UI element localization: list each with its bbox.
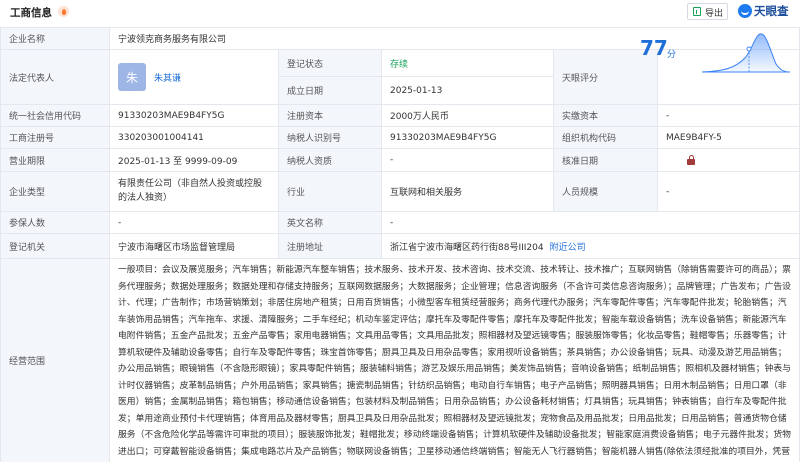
english-name-value: -: [382, 212, 800, 234]
legal-rep-link[interactable]: 朱其谦: [154, 71, 181, 84]
company-type-label: 企业类型: [1, 172, 110, 212]
insured-label: 参保人数: [1, 212, 110, 234]
company-name-label: 企业名称: [1, 28, 110, 50]
legal-rep-cell: 朱 朱其谦: [110, 50, 279, 105]
org-code-label: 组织机构代码: [554, 127, 658, 149]
taxpayer-id-label: 纳税人识别号: [279, 127, 382, 149]
section-title: 工商信息: [10, 7, 52, 19]
staff-size-value: -: [658, 172, 800, 212]
reg-capital-value: 2000万人民币: [382, 105, 554, 127]
reg-status-label: 登记状态: [279, 50, 382, 77]
tianyancha-logo-icon: [738, 4, 752, 18]
reg-address-label: 注册地址: [279, 234, 382, 259]
export-label: 导出: [705, 9, 724, 19]
org-code-value: MAE9B4FY-5: [658, 127, 800, 149]
score-unit: 分: [667, 50, 677, 60]
established-value: 2025-01-13: [382, 77, 554, 105]
company-type-value: 有限责任公司（非自然人投资或控股的法人独资）: [110, 172, 279, 212]
registry-value: 宁波市海曙区市场监督管理局: [110, 234, 279, 259]
avatar: 朱: [118, 63, 146, 91]
insured-value: -: [110, 212, 279, 234]
reg-address-cell: 浙江省宁波市海曙区药行街88号III204 附近公司: [382, 234, 800, 259]
approval-date-value[interactable]: [658, 149, 800, 172]
paid-capital-label: 实缴资本: [554, 105, 658, 127]
paid-capital-value: -: [658, 105, 800, 127]
approval-date-label: 核准日期: [554, 149, 658, 172]
established-label: 成立日期: [279, 77, 382, 105]
staff-size-label: 人员规模: [554, 172, 658, 212]
lock-icon: [686, 155, 696, 165]
industry-label: 行业: [279, 172, 382, 212]
reg-address-value: 浙江省宁波市海曙区药行街88号III204: [390, 242, 544, 253]
scope-label: 经营范围: [1, 259, 110, 462]
taxpayer-id-value: 91330203MAE9B4FY5G: [382, 127, 554, 149]
score-distribution-chart: [701, 33, 791, 73]
reg-no-label: 工商注册号: [1, 127, 110, 149]
export-icon: [693, 7, 701, 16]
hot-flame-icon: [58, 6, 69, 17]
scope-value: 一般项目：会议及展览服务；汽车销售；新能源汽车整车销售；技术服务、技术开发、技术…: [110, 259, 800, 462]
registry-label: 登记机关: [1, 234, 110, 259]
reg-capital-label: 注册资本: [279, 105, 382, 127]
english-name-label: 英文名称: [279, 212, 382, 234]
nearby-companies-link[interactable]: 附近公司: [550, 240, 586, 253]
business-info-table: 企业名称 宁波领克商务服务有限公司 法定代表人 朱 朱其谦 登记状态 存续 成立…: [0, 27, 800, 462]
industry-value: 互联网和相关服务: [382, 172, 554, 212]
score-value: 77: [640, 36, 668, 60]
reg-no-value: 330203001004141: [110, 127, 279, 149]
credit-code-value: 91330203MAE9B4FY5G: [110, 105, 279, 127]
legal-rep-label: 法定代表人: [1, 50, 110, 105]
reg-status-value: 存续: [382, 50, 554, 77]
biz-term-value: 2025-01-13 至 9999-09-09: [110, 149, 279, 172]
taxpayer-qual-value: -: [382, 149, 554, 172]
biz-term-label: 营业期限: [1, 149, 110, 172]
company-name-value: 宁波领克商务服务有限公司: [110, 28, 800, 50]
brand-label: 天眼查: [754, 4, 789, 18]
credit-code-label: 统一社会信用代码: [1, 105, 110, 127]
section-header: 工商信息 导出 天眼查: [0, 0, 800, 24]
taxpayer-qual-label: 纳税人资质: [279, 149, 382, 172]
export-button[interactable]: 导出: [687, 3, 728, 20]
